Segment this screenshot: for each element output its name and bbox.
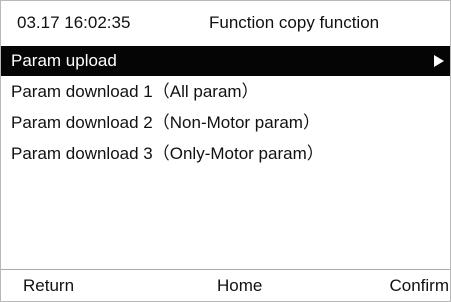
status-datetime: 03.17 16:02:35 (17, 13, 131, 32)
arrow-right-icon (434, 55, 444, 67)
menu-item-param-download-3[interactable]: Param download 3（Only-Motor param） (1, 139, 450, 169)
header-bar: 03.17 16:02:35 Function copy function (1, 1, 450, 45)
confirm-button[interactable]: Confirm (389, 276, 449, 296)
menu-item-label: Param download 1（All param） (11, 82, 259, 101)
return-button[interactable]: Return (23, 276, 74, 296)
function-copy-screen: 03.17 16:02:35 Function copy function Pa… (0, 0, 451, 302)
menu-item-param-download-1[interactable]: Param download 1（All param） (1, 77, 450, 107)
function-menu: Param upload Param download 1（All param）… (1, 46, 450, 169)
page-title: Function copy function (209, 13, 380, 32)
menu-item-label: Param upload (11, 51, 117, 70)
home-button[interactable]: Home (217, 276, 262, 296)
menu-item-param-upload[interactable]: Param upload (1, 46, 450, 76)
menu-item-param-download-2[interactable]: Param download 2（Non-Motor param） (1, 108, 450, 138)
menu-item-label: Param download 2（Non-Motor param） (11, 113, 320, 132)
menu-item-label: Param download 3（Only-Motor param） (11, 144, 324, 163)
softkey-bar: Return Home Confirm (1, 269, 450, 301)
